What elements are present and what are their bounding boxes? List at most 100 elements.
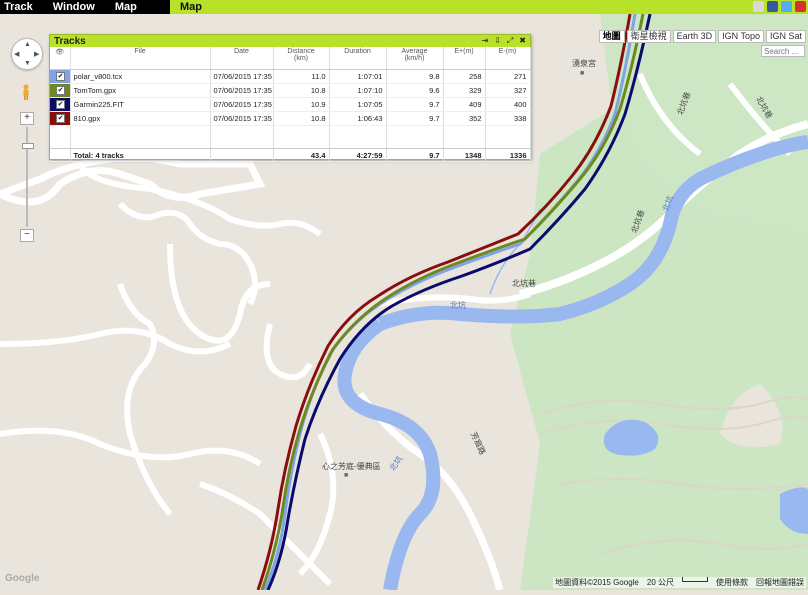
- track-color-swatch[interactable]: ✔: [50, 98, 69, 111]
- column-header-file[interactable]: File: [70, 47, 211, 70]
- cell-eminus: 271: [485, 69, 531, 84]
- cell-eplus: 329: [443, 83, 486, 98]
- menu-map[interactable]: Map: [111, 0, 137, 14]
- map-label-temple: 湧泉宮: [572, 59, 596, 68]
- track-color-swatch[interactable]: ✔: [50, 70, 69, 83]
- cell-distance: 10.8: [273, 83, 330, 98]
- eye-icon: 👁: [55, 49, 65, 56]
- table-row[interactable]: ✔ Garmin225.FIT 07/06/2015 17:35 10.9 1:…: [50, 97, 531, 112]
- cell-eminus: 327: [485, 83, 531, 98]
- chevron-left-icon[interactable]: ◀: [14, 50, 19, 58]
- cell-distance: 11.0: [273, 69, 330, 84]
- map-footer: 地圖資料©2015 Google 20 公尺 使用條款 回報地圖錯誤: [553, 577, 806, 588]
- total-eplus: 1348: [443, 148, 486, 162]
- table-row[interactable]: ✔ 810.gpx 07/06/2015 17:35 10.8 1:06:43 …: [50, 111, 531, 126]
- column-header-duration[interactable]: Duration: [329, 47, 387, 70]
- expand-icon[interactable]: ⤢: [507, 36, 513, 46]
- map-type-satellite[interactable]: 衛星檢視: [626, 30, 671, 43]
- twitter-icon[interactable]: [781, 1, 792, 12]
- tracks-table: 👁 File Date Distance (km) Duration Avera…: [50, 47, 531, 162]
- cell-file: TomTom.gpx: [70, 83, 211, 98]
- column-header-distance[interactable]: Distance (km): [273, 47, 330, 70]
- map-type-map[interactable]: 地圖: [598, 30, 625, 43]
- report-link[interactable]: 回報地圖錯誤: [756, 577, 804, 588]
- zoom-slider[interactable]: [22, 127, 34, 227]
- cell-duration: 1:07:05: [329, 97, 387, 112]
- zoom-slider-handle[interactable]: [22, 143, 34, 149]
- column-header-eplus[interactable]: E+(m): [443, 47, 486, 70]
- map-label-road: 北坑巷: [512, 279, 536, 288]
- column-header-average[interactable]: Average (km/h): [386, 47, 444, 70]
- download-icon[interactable]: ⇩: [494, 36, 501, 46]
- youtube-icon[interactable]: [795, 1, 806, 12]
- cell-duration: 1:06:43: [329, 111, 387, 126]
- temple-icon: ■: [580, 70, 585, 77]
- column-header-date[interactable]: Date: [210, 47, 274, 70]
- cell-average: 9.8: [386, 69, 444, 84]
- export-icon[interactable]: ⇥: [481, 36, 488, 46]
- cell-duration: 1:07:10: [329, 83, 387, 98]
- poi-icon: ■: [344, 472, 349, 479]
- tracks-panel: Tracks ⇥ ⇩ ⤢ ✖ 👁 File Date Distance (km)…: [49, 34, 531, 162]
- scale-bar: [682, 577, 708, 582]
- track-visible-checkbox[interactable]: ✔: [56, 72, 65, 81]
- cell-file: Garmin225.FIT: [70, 97, 211, 112]
- map-type-ign-sat[interactable]: IGN Sat: [765, 30, 806, 43]
- track-visible-checkbox[interactable]: ✔: [56, 86, 65, 95]
- track-color-swatch[interactable]: ✔: [50, 112, 69, 125]
- cell-date: 07/06/2015 17:35: [210, 83, 274, 98]
- facebook-icon[interactable]: [767, 1, 778, 12]
- cell-eplus: 352: [443, 111, 486, 126]
- map-type-ign-topo[interactable]: IGN Topo: [718, 30, 764, 43]
- terms-link[interactable]: 使用條款: [716, 577, 748, 588]
- cell-average: 9.6: [386, 83, 444, 98]
- map-type-selector: 地圖 衛星檢視 Earth 3D IGN Topo IGN Sat: [598, 30, 806, 43]
- cell-file: polar_v800.tcx: [70, 69, 211, 84]
- table-row[interactable]: ✔ polar_v800.tcx 07/06/2015 17:35 11.0 1…: [50, 69, 531, 84]
- tracks-panel-title: Tracks: [54, 35, 86, 47]
- map-label-river: 北坑: [450, 301, 466, 310]
- cell-eminus: 338: [485, 111, 531, 126]
- pegman-icon[interactable]: [22, 84, 30, 100]
- google-logo: Google: [5, 573, 40, 584]
- total-duration: 4:27:59: [329, 148, 387, 162]
- cell-average: 9.7: [386, 111, 444, 126]
- menu-bar: Track Window Map: [0, 0, 170, 14]
- search-input[interactable]: [761, 45, 805, 57]
- menu-track[interactable]: Track: [0, 0, 33, 14]
- top-bar: Track Window Map Map: [0, 0, 808, 14]
- chevron-down-icon[interactable]: ▼: [24, 60, 31, 67]
- column-header-eminus[interactable]: E-(m): [485, 47, 531, 70]
- menu-window[interactable]: Window: [49, 0, 95, 14]
- tracks-panel-header[interactable]: Tracks ⇥ ⇩ ⤢ ✖: [50, 35, 530, 47]
- visibility-column-header[interactable]: 👁: [50, 47, 71, 70]
- close-icon[interactable]: ✖: [519, 36, 526, 46]
- cell-date: 07/06/2015 17:35: [210, 69, 274, 84]
- pan-control[interactable]: ▲ ▼ ◀ ▶: [11, 38, 43, 70]
- map-type-earth3d[interactable]: Earth 3D: [672, 30, 717, 43]
- top-icons: [753, 1, 806, 12]
- zoom-in-button[interactable]: +: [20, 112, 34, 125]
- cell-average: 9.7: [386, 97, 444, 112]
- cell-distance: 10.9: [273, 97, 330, 112]
- track-visible-checkbox[interactable]: ✔: [56, 114, 65, 123]
- cell-file: 810.gpx: [70, 111, 211, 126]
- track-color-swatch[interactable]: ✔: [50, 84, 69, 97]
- cell-eplus: 258: [443, 69, 486, 84]
- total-label: Total: 4 tracks: [70, 148, 211, 162]
- chevron-right-icon[interactable]: ▶: [34, 50, 39, 58]
- table-row[interactable]: ✔ TomTom.gpx 07/06/2015 17:35 10.8 1:07:…: [50, 83, 531, 98]
- total-row: Total: 4 tracks 43.4 4:27:59 9.7 1348 13…: [50, 148, 531, 162]
- scale-label: 20 公尺: [646, 578, 674, 587]
- total-distance: 43.4: [273, 148, 330, 162]
- window-icon[interactable]: [753, 1, 764, 12]
- cell-distance: 10.8: [273, 111, 330, 126]
- zoom-control: + −: [20, 112, 34, 242]
- chevron-up-icon[interactable]: ▲: [24, 41, 31, 48]
- track-visible-checkbox[interactable]: ✔: [56, 100, 65, 109]
- table-header-row: 👁 File Date Distance (km) Duration Avera…: [50, 47, 531, 70]
- total-eminus: 1336: [485, 148, 531, 162]
- zoom-out-button[interactable]: −: [20, 229, 34, 242]
- cell-eminus: 400: [485, 97, 531, 112]
- tab-map[interactable]: Map: [180, 0, 202, 14]
